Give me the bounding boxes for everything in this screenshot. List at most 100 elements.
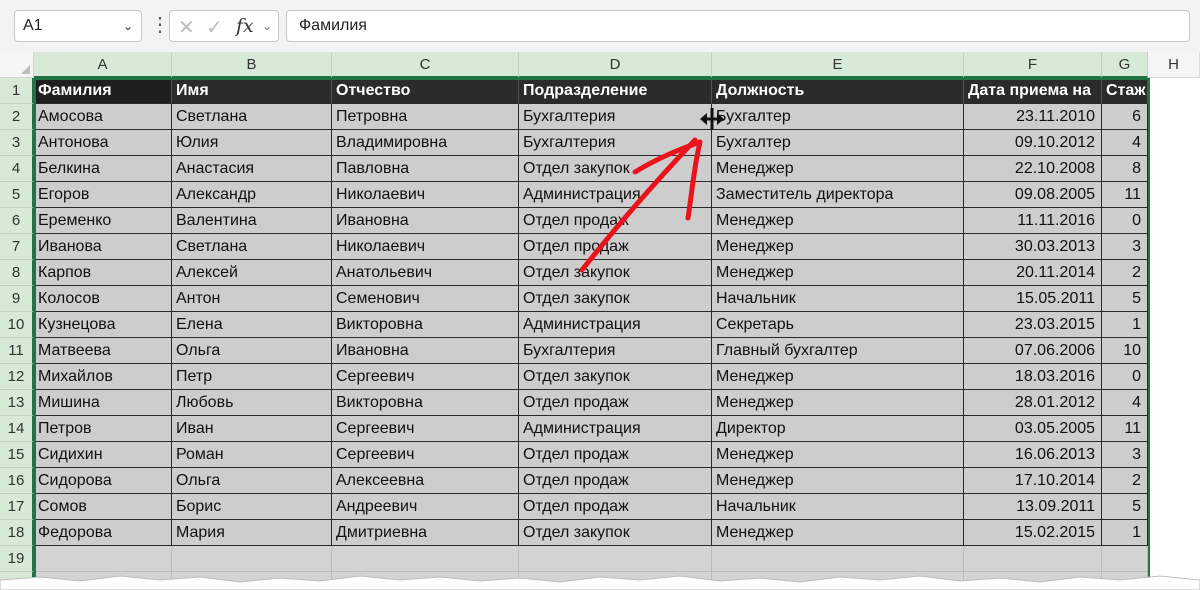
row-header[interactable]: 14 — [0, 416, 34, 442]
row-header[interactable]: 1 — [0, 78, 34, 104]
table-cell[interactable]: Секретарь — [712, 312, 964, 338]
table-cell[interactable]: Ивановна — [332, 208, 519, 234]
table-cell[interactable]: Отдел закупок — [519, 520, 712, 546]
select-all-corner[interactable] — [0, 52, 34, 78]
table-cell[interactable]: 07.06.2006 — [964, 338, 1102, 364]
table-cell[interactable]: Менеджер — [712, 234, 964, 260]
table-cell[interactable]: Менеджер — [712, 390, 964, 416]
table-cell[interactable]: 5 — [1102, 286, 1148, 312]
table-cell[interactable]: Матвеева — [34, 338, 172, 364]
table-cell[interactable]: 18.03.2016 — [964, 364, 1102, 390]
table-cell[interactable]: Сомов — [34, 494, 172, 520]
table-cell[interactable] — [1102, 572, 1148, 590]
table-cell[interactable]: Менеджер — [712, 442, 964, 468]
table-cell[interactable]: Начальник — [712, 494, 964, 520]
header-cell[interactable]: Стаж — [1102, 78, 1148, 104]
column-header-g[interactable]: G — [1102, 52, 1148, 78]
table-cell[interactable] — [519, 546, 712, 572]
table-cell[interactable]: 3 — [1102, 442, 1148, 468]
table-cell[interactable]: Егоров — [34, 182, 172, 208]
table-cell[interactable]: 30.03.2013 — [964, 234, 1102, 260]
table-cell[interactable]: Отдел продаж — [519, 390, 712, 416]
row-header[interactable]: 3 — [0, 130, 34, 156]
table-cell[interactable]: Бухгалтер — [712, 130, 964, 156]
table-cell[interactable]: Менеджер — [712, 208, 964, 234]
header-cell[interactable]: Подразделение — [519, 78, 712, 104]
header-cell[interactable]: Должность — [712, 78, 964, 104]
column-header-b[interactable]: B — [172, 52, 332, 78]
table-cell[interactable]: Еременко — [34, 208, 172, 234]
table-cell[interactable] — [172, 546, 332, 572]
table-cell[interactable]: Колосов — [34, 286, 172, 312]
table-cell[interactable]: Менеджер — [712, 520, 964, 546]
table-cell[interactable] — [34, 572, 172, 590]
table-cell[interactable]: Белкина — [34, 156, 172, 182]
table-cell[interactable]: Отдел продаж — [519, 468, 712, 494]
table-cell[interactable]: 2 — [1102, 468, 1148, 494]
table-cell[interactable]: Сидорова — [34, 468, 172, 494]
table-cell[interactable]: 11 — [1102, 416, 1148, 442]
table-cell[interactable] — [712, 546, 964, 572]
table-cell[interactable]: Отдел закупок — [519, 156, 712, 182]
row-header[interactable]: 17 — [0, 494, 34, 520]
table-cell[interactable]: Сергеевич — [332, 442, 519, 468]
table-cell[interactable]: Николаевич — [332, 234, 519, 260]
table-cell[interactable]: Павловна — [332, 156, 519, 182]
table-cell[interactable]: Бухгалтер — [712, 104, 964, 130]
table-cell[interactable]: Заместитель директора — [712, 182, 964, 208]
table-cell[interactable]: Отдел закупок — [519, 286, 712, 312]
column-header-e[interactable]: E — [712, 52, 964, 78]
table-cell[interactable] — [332, 546, 519, 572]
header-cell[interactable]: Фамилия — [34, 78, 172, 104]
table-cell[interactable]: Ольга — [172, 338, 332, 364]
table-cell[interactable]: Александр — [172, 182, 332, 208]
table-cell[interactable]: Отдел продаж — [519, 442, 712, 468]
column-header-d[interactable]: D — [519, 52, 712, 78]
table-cell[interactable]: Валентина — [172, 208, 332, 234]
header-cell[interactable]: Дата приема на — [964, 78, 1102, 104]
row-header[interactable]: 11 — [0, 338, 34, 364]
row-header[interactable]: 16 — [0, 468, 34, 494]
column-header-a[interactable]: A — [34, 52, 172, 78]
table-cell[interactable]: 3 — [1102, 234, 1148, 260]
table-cell[interactable]: 09.10.2012 — [964, 130, 1102, 156]
table-cell[interactable]: Бухгалтерия — [519, 130, 712, 156]
table-cell[interactable]: Петровна — [332, 104, 519, 130]
row-header[interactable]: 18 — [0, 520, 34, 546]
table-cell[interactable]: Менеджер — [712, 468, 964, 494]
formula-input[interactable]: Фамилия — [286, 10, 1190, 42]
table-cell[interactable] — [519, 572, 712, 590]
table-cell[interactable]: Николаевич — [332, 182, 519, 208]
row-header[interactable]: 15 — [0, 442, 34, 468]
table-cell[interactable]: Начальник — [712, 286, 964, 312]
table-cell[interactable]: Петр — [172, 364, 332, 390]
table-cell[interactable]: Иван — [172, 416, 332, 442]
table-cell[interactable] — [964, 572, 1102, 590]
table-cell[interactable] — [172, 572, 332, 590]
table-cell[interactable]: Антон — [172, 286, 332, 312]
table-cell[interactable]: 10 — [1102, 338, 1148, 364]
table-cell[interactable]: Сергеевич — [332, 416, 519, 442]
row-header[interactable]: 20 — [0, 572, 34, 590]
table-cell[interactable]: Отдел продаж — [519, 234, 712, 260]
cancel-x-icon[interactable]: ✕ — [178, 15, 195, 40]
table-cell[interactable]: Михайлов — [34, 364, 172, 390]
row-header[interactable]: 10 — [0, 312, 34, 338]
table-cell[interactable]: Андреевич — [332, 494, 519, 520]
table-cell[interactable]: 09.08.2005 — [964, 182, 1102, 208]
table-cell[interactable]: Отдел продаж — [519, 494, 712, 520]
table-cell[interactable]: 11 — [1102, 182, 1148, 208]
table-cell[interactable]: Администрация — [519, 416, 712, 442]
table-cell[interactable] — [964, 546, 1102, 572]
table-cell[interactable]: 22.10.2008 — [964, 156, 1102, 182]
table-cell[interactable]: 2 — [1102, 260, 1148, 286]
fx-chevron-down-icon[interactable]: ⌄ — [262, 19, 272, 33]
column-header-c[interactable]: C — [332, 52, 519, 78]
table-cell[interactable]: Анатольевич — [332, 260, 519, 286]
row-header[interactable]: 2 — [0, 104, 34, 130]
table-cell[interactable]: 0 — [1102, 208, 1148, 234]
row-header[interactable]: 19 — [0, 546, 34, 572]
table-cell[interactable]: Администрация — [519, 312, 712, 338]
table-cell[interactable]: Борис — [172, 494, 332, 520]
table-cell[interactable]: Амосова — [34, 104, 172, 130]
